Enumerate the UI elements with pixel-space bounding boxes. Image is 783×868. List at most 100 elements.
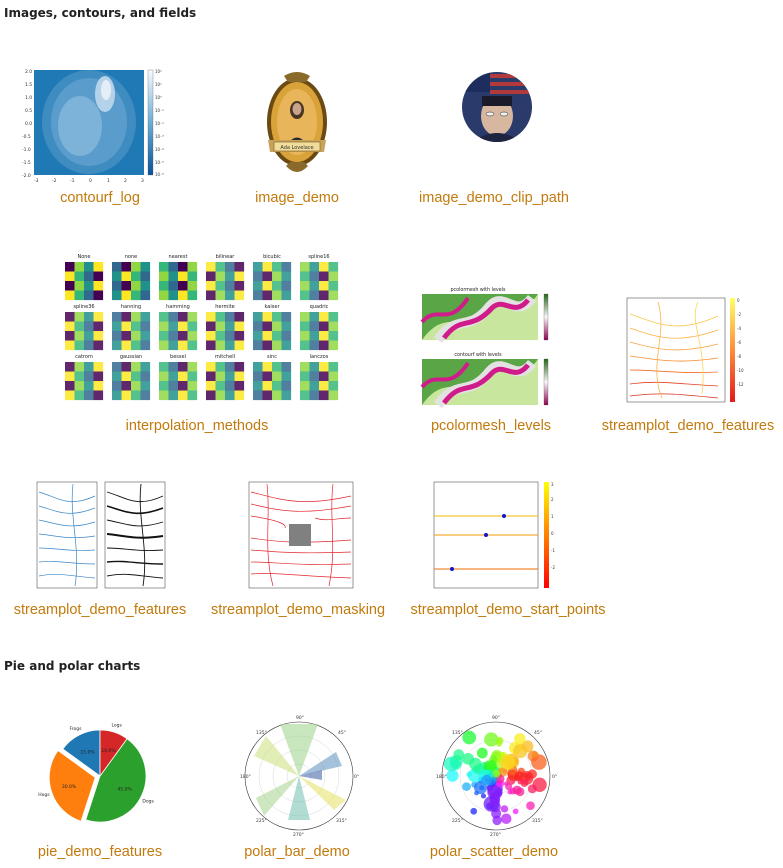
svg-text:0: 0 xyxy=(551,531,554,536)
interp-panel xyxy=(253,362,292,401)
svg-text:270°: 270° xyxy=(490,832,501,836)
polar-scatter-point xyxy=(446,769,459,782)
svg-text:10⁰: 10⁰ xyxy=(155,95,162,100)
svg-text:-3: -3 xyxy=(34,178,39,184)
interp-label: spline16 xyxy=(308,254,329,260)
interp-label: sinc xyxy=(267,354,277,360)
svg-text:45°: 45° xyxy=(338,730,346,736)
caption-polar-bar-demo[interactable]: polar_bar_demo xyxy=(244,844,350,860)
svg-text:1: 1 xyxy=(551,514,554,519)
interp-label: quadric xyxy=(310,304,329,310)
polar-scatter-point xyxy=(495,736,504,745)
pcolormesh-title-bottom: contourf with levels xyxy=(454,352,502,358)
svg-text:2: 2 xyxy=(551,497,554,502)
caption-streamplot-demo-start-points[interactable]: streamplot_demo_start_points xyxy=(410,602,605,618)
image-demo-thumbnail[interactable]: Ada Lovelace xyxy=(262,70,332,180)
polar-scatter-point xyxy=(486,760,497,771)
interp-label: nearest xyxy=(169,254,188,260)
pie-pct-label: 45.0% xyxy=(117,787,132,793)
polar-scatter-point xyxy=(505,783,513,791)
svg-text:90°: 90° xyxy=(492,715,500,721)
svg-text:-1: -1 xyxy=(551,548,555,553)
interp-panel xyxy=(65,362,104,401)
svg-text:90°: 90° xyxy=(296,715,304,721)
caption-polar-scatter-demo[interactable]: polar_scatter_demo xyxy=(430,844,558,860)
caption-streamplot-demo-features-a[interactable]: streamplot_demo_features xyxy=(602,418,775,434)
caption-image-demo[interactable]: image_demo xyxy=(255,190,339,206)
polar-scatter-point xyxy=(499,754,515,770)
streamplot-start-points-thumbnail[interactable]: 3 2 1 0 -1 -2 xyxy=(424,478,558,596)
pie-category-label: Hogs xyxy=(38,792,50,798)
interp-panel xyxy=(65,312,104,351)
interp-label: spline36 xyxy=(73,304,94,310)
polar-scatter-point xyxy=(489,796,501,807)
interp-panel xyxy=(206,262,245,301)
caption-contourf-log[interactable]: contourf_log xyxy=(60,190,140,206)
pcolormesh-levels-thumbnail[interactable]: pcolormesh with levels contourf with lev… xyxy=(408,284,560,410)
polar-scatter-point xyxy=(512,808,519,815)
polar-scatter-point xyxy=(480,793,487,799)
svg-text:3: 3 xyxy=(551,482,554,487)
svg-text:10⁻¹: 10⁻¹ xyxy=(155,108,164,113)
interp-panel xyxy=(159,362,198,401)
svg-text:315°: 315° xyxy=(336,818,347,824)
caption-image-demo-clip-path[interactable]: image_demo_clip_path xyxy=(419,190,569,206)
svg-text:0.0: 0.0 xyxy=(25,121,32,127)
streamplot-features-color-thumbnail[interactable]: 0 -2 -4 -6 -8 -10 -12 xyxy=(618,294,746,412)
image-demo-clip-path-thumbnail[interactable] xyxy=(460,70,534,144)
polar-scatter-point xyxy=(481,774,493,786)
svg-text:-8: -8 xyxy=(737,354,741,359)
polar-scatter-point xyxy=(527,784,537,794)
svg-text:-1: -1 xyxy=(70,178,75,184)
interp-panel xyxy=(253,262,292,301)
svg-text:-2.0: -2.0 xyxy=(22,173,31,179)
caption-pcolormesh-levels[interactable]: pcolormesh_levels xyxy=(431,418,551,434)
interp-panel xyxy=(159,262,198,301)
caption-pie-demo-features[interactable]: pie_demo_features xyxy=(38,844,162,860)
svg-text:270°: 270° xyxy=(293,832,304,836)
polar-scatter-point xyxy=(476,747,488,759)
svg-text:0°: 0° xyxy=(552,774,557,780)
polar-scatter-point xyxy=(500,813,512,824)
pie-category-label: Logs xyxy=(111,723,122,729)
polar-scatter-point xyxy=(470,807,478,815)
streamplot-masking-thumbnail[interactable] xyxy=(237,478,357,596)
pie-category-label: Dogs xyxy=(142,799,154,805)
svg-text:-6: -6 xyxy=(737,340,741,345)
streamplot-features-pair-thumbnail[interactable] xyxy=(29,478,169,596)
polar-scatter-demo-thumbnail[interactable]: 90° 135° 180° 225° 270° 315° 0° 45° xyxy=(434,712,558,836)
svg-text:0°: 0° xyxy=(354,774,359,780)
interpolation-methods-thumbnail[interactable]: None none nearest bilinear bicubic spline16 sp… xyxy=(62,250,348,402)
svg-text:10²: 10² xyxy=(155,69,162,74)
interp-label: hermite xyxy=(215,304,235,310)
caption-streamplot-demo-masking[interactable]: streamplot_demo_masking xyxy=(211,602,385,618)
svg-text:1.5: 1.5 xyxy=(25,82,32,88)
polar-scatter-point xyxy=(492,815,502,826)
interp-label: mitchell xyxy=(215,354,235,360)
svg-text:-1.0: -1.0 xyxy=(22,147,31,153)
polar-scatter-point xyxy=(514,733,526,745)
polar-scatter-point xyxy=(513,743,528,759)
svg-text:180°: 180° xyxy=(436,774,447,780)
pie-category-label: Frogs xyxy=(70,726,83,732)
interp-panel xyxy=(112,262,151,301)
svg-text:135°: 135° xyxy=(452,730,463,736)
pie-pct-label: 15.0% xyxy=(80,749,95,755)
interp-panel xyxy=(253,312,292,351)
interp-panel xyxy=(112,312,151,351)
contourf-log-thumbnail[interactable]: 2.0 1.5 1.0 0.5 0.0 -0.5 -1.0 -1.5 -2.0 -3 -2 -1… xyxy=(22,66,170,184)
caption-streamplot-demo-features-b[interactable]: streamplot_demo_features xyxy=(14,602,187,618)
image-demo-banner-text: Ada Lovelace xyxy=(280,145,313,151)
caption-interpolation-methods[interactable]: interpolation_methods xyxy=(126,418,269,434)
svg-text:180°: 180° xyxy=(240,774,251,780)
svg-text:10⁻⁵: 10⁻⁵ xyxy=(155,160,164,165)
polar-scatter-point xyxy=(507,789,513,795)
svg-text:10⁻³: 10⁻³ xyxy=(155,134,164,139)
polar-scatter-point xyxy=(462,782,471,791)
polar-scatter-point xyxy=(526,801,535,810)
polar-bar-demo-thumbnail[interactable]: 90° 135° 180° 225° 270° 315° 0° 45° xyxy=(238,712,360,836)
svg-text:-12: -12 xyxy=(737,382,744,387)
interp-label: bicubic xyxy=(263,254,281,260)
pie-pct-label: 30.0% xyxy=(62,784,77,790)
pie-demo-features-thumbnail[interactable]: 15.0% Frogs 30.0% Hogs 45.0% Dogs 10.0% Logs xyxy=(36,718,164,830)
